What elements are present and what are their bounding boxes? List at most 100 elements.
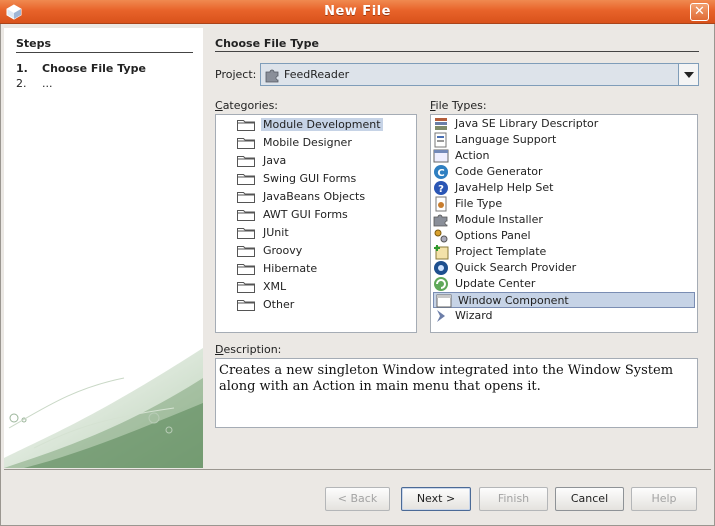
step-item-2: 2.... [16,77,53,90]
categories-list[interactable]: Module Development Mobile Designer Java Swi… [215,114,417,333]
file-type-label: File Type [455,197,503,210]
file-type-label: Action [455,149,490,162]
decorative-swirl-graphic [4,348,203,468]
folder-icon [237,264,255,275]
category-item[interactable]: Other [216,297,416,313]
project-select[interactable]: FeedReader [260,63,699,86]
step-label: Choose File Type [42,62,146,75]
file-type-label: Code Generator [455,165,543,178]
file-type-item[interactable]: ? JavaHelp Help Set [431,180,697,196]
file-types-list[interactable]: Java SE Library Descriptor Language Suppo… [430,114,698,333]
file-type-item[interactable]: Module Installer [431,212,697,228]
project-value: FeedReader [284,68,350,81]
file-type-label: Update Center [455,277,536,290]
file-type-label: Java SE Library Descriptor [455,117,599,130]
file-type-label: Window Component [458,294,569,307]
code-generator-icon: C [434,165,448,179]
next-button[interactable]: Next > [401,487,471,511]
file-type-label: Wizard [455,309,493,322]
steps-panel: Steps 1. Choose File Type 2.... [4,28,203,468]
folder-icon [237,174,255,185]
cancel-button[interactable]: Cancel [555,487,624,511]
folder-icon [237,300,255,311]
svg-text:?: ? [438,184,444,195]
folder-icon [237,228,255,239]
category-item[interactable]: JUnit [216,225,416,241]
categories-label-rest: ategories: [222,99,279,112]
file-type-label: Language Support [455,133,557,146]
category-label: AWT GUI Forms [263,208,348,221]
category-label: Module Development [261,118,383,131]
folder-icon [237,120,255,131]
project-puzzle-icon [265,69,279,83]
category-item[interactable]: AWT GUI Forms [216,207,416,223]
folder-icon [237,210,255,221]
category-label: Java [263,154,287,167]
category-item[interactable]: Swing GUI Forms [216,171,416,187]
folder-icon [237,246,255,257]
update-center-icon [434,277,448,291]
close-icon: ✕ [694,4,705,19]
finish-button[interactable]: Finish [479,487,548,511]
category-label: Groovy [263,244,303,257]
footer-divider [4,469,711,470]
help-button[interactable]: Help [631,487,697,511]
folder-icon [237,156,255,167]
file-type-item[interactable]: Window Component [433,292,695,308]
project-label: Project: [215,68,257,81]
category-label: JUnit [263,226,289,239]
category-item[interactable]: Java [216,153,416,169]
file-type-item[interactable]: Project Template [431,244,697,260]
step-item-1: 1. Choose File Type [16,62,146,75]
file-type-icon [435,196,447,212]
file-type-item[interactable]: Update Center [431,276,697,292]
file-type-item[interactable]: Action [431,148,697,164]
file-type-label: Quick Search Provider [455,261,577,274]
category-item[interactable]: Groovy [216,243,416,259]
description-label: Description: [215,343,282,356]
description-label-rest: escription: [223,343,282,356]
project-dropdown-button[interactable] [678,64,698,85]
step-label: ... [42,77,53,90]
file-type-label: Options Panel [455,229,531,242]
category-label: JavaBeans Objects [263,190,366,203]
help-icon: ? [434,181,448,195]
category-label: XML [263,280,287,293]
folder-icon [237,138,255,149]
file-type-label: Project Template [455,245,547,258]
action-icon [433,149,449,163]
file-types-label: File Types: [430,99,487,112]
title-bar: New File ✕ [0,0,715,24]
category-item[interactable]: XML [216,279,416,295]
file-types-label-rest: ile Types: [435,99,487,112]
heading-divider [215,51,699,52]
quick-search-icon [434,261,448,275]
file-type-item[interactable]: Options Panel [431,228,697,244]
file-type-item[interactable]: Java SE Library Descriptor [431,116,697,132]
file-type-label: Module Installer [455,213,543,226]
category-item[interactable]: JavaBeans Objects [216,189,416,205]
module-installer-icon [433,214,448,227]
category-label: Swing GUI Forms [263,172,357,185]
back-button[interactable]: < Back [325,487,390,511]
category-label: Mobile Designer [263,136,352,149]
category-item[interactable]: Module Development [216,117,416,133]
file-type-item[interactable]: Quick Search Provider [431,260,697,276]
category-item[interactable]: Mobile Designer [216,135,416,151]
category-label: Hibernate [263,262,318,275]
steps-heading: Steps [16,37,52,50]
library-icon [435,118,447,130]
wizard-icon [437,310,445,322]
category-item[interactable]: Hibernate [216,261,416,277]
folder-icon [237,282,255,293]
project-template-icon [434,245,449,260]
file-type-item[interactable]: Language Support [431,132,697,148]
chevron-down-icon [684,72,694,78]
description-text: Creates a new singleton Window integrate… [215,358,698,428]
close-button[interactable]: ✕ [690,3,709,21]
file-type-item[interactable]: Wizard [431,308,697,324]
file-type-item[interactable]: C Code Generator [431,164,697,180]
file-type-item[interactable]: File Type [431,196,697,212]
categories-label: Categories: [215,99,279,112]
step-number: 1. [16,62,28,75]
